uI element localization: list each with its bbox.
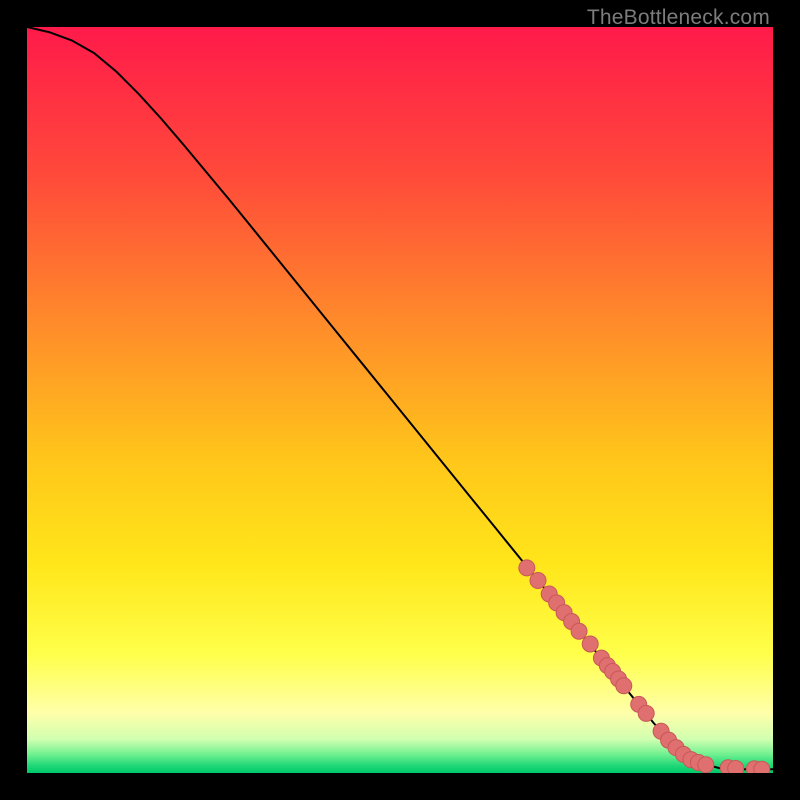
data-point bbox=[638, 705, 654, 721]
data-point bbox=[698, 757, 714, 773]
chart-svg bbox=[27, 27, 773, 773]
data-point bbox=[754, 761, 770, 773]
data-point bbox=[582, 636, 598, 652]
gradient-background bbox=[27, 27, 773, 773]
data-point bbox=[728, 761, 744, 773]
data-point bbox=[519, 560, 535, 576]
data-point bbox=[571, 623, 587, 639]
data-point bbox=[530, 573, 546, 589]
data-point bbox=[616, 678, 632, 694]
chart-frame bbox=[27, 27, 773, 773]
